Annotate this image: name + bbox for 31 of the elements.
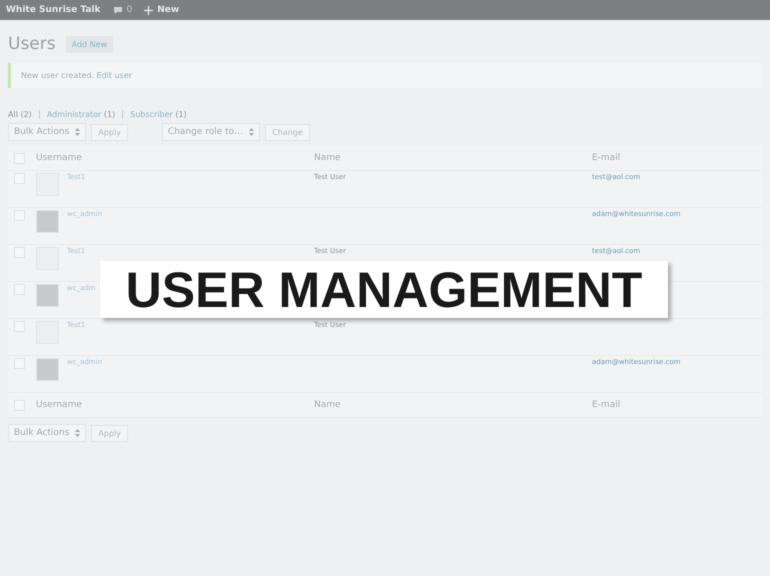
column-header[interactable]: Username (36, 400, 314, 410)
column-header[interactable]: E-mail (592, 153, 762, 163)
plus-icon[interactable] (144, 6, 154, 14)
edit-user-link[interactable]: Edit user (96, 71, 132, 80)
column-header[interactable]: E-mail (592, 400, 762, 410)
notice-text: New user created. Edit user (21, 71, 132, 80)
new-menu[interactable]: New (157, 5, 180, 15)
site-title[interactable]: White Sunrise Talk (6, 5, 100, 15)
comment-icon[interactable] (112, 6, 122, 14)
photo-placeholder (36, 358, 59, 381)
sort-arrows-icon (75, 128, 80, 136)
comment-count[interactable]: 0 (126, 5, 132, 15)
sort-arrows-icon (249, 128, 254, 136)
role-filter[interactable]: All (2) (8, 110, 32, 119)
bulk-actions-select[interactable]: Bulk Actions (8, 424, 86, 442)
role-filter[interactable]: Subscriber (1) (130, 110, 187, 119)
sort-arrows-icon (75, 429, 80, 437)
change-button[interactable]: Change (265, 124, 310, 140)
change-role-select[interactable]: Change role to… (162, 123, 260, 141)
bulk-actions-select[interactable]: Bulk Actions (8, 123, 86, 141)
page-title: Users (8, 34, 56, 54)
banner-title: USER MANAGEMENT (126, 260, 642, 318)
column-header[interactable]: Username (36, 153, 314, 163)
role-filter[interactable]: Administrator (1) (46, 110, 116, 119)
apply-button[interactable]: Apply (91, 424, 128, 442)
add-new-button[interactable]: Add New (66, 36, 114, 52)
column-header[interactable]: Name (314, 153, 592, 163)
column-header[interactable]: Name (314, 400, 592, 410)
photo-placeholder (36, 210, 59, 233)
apply-button[interactable]: Apply (91, 124, 128, 140)
photo-placeholder (36, 284, 59, 307)
